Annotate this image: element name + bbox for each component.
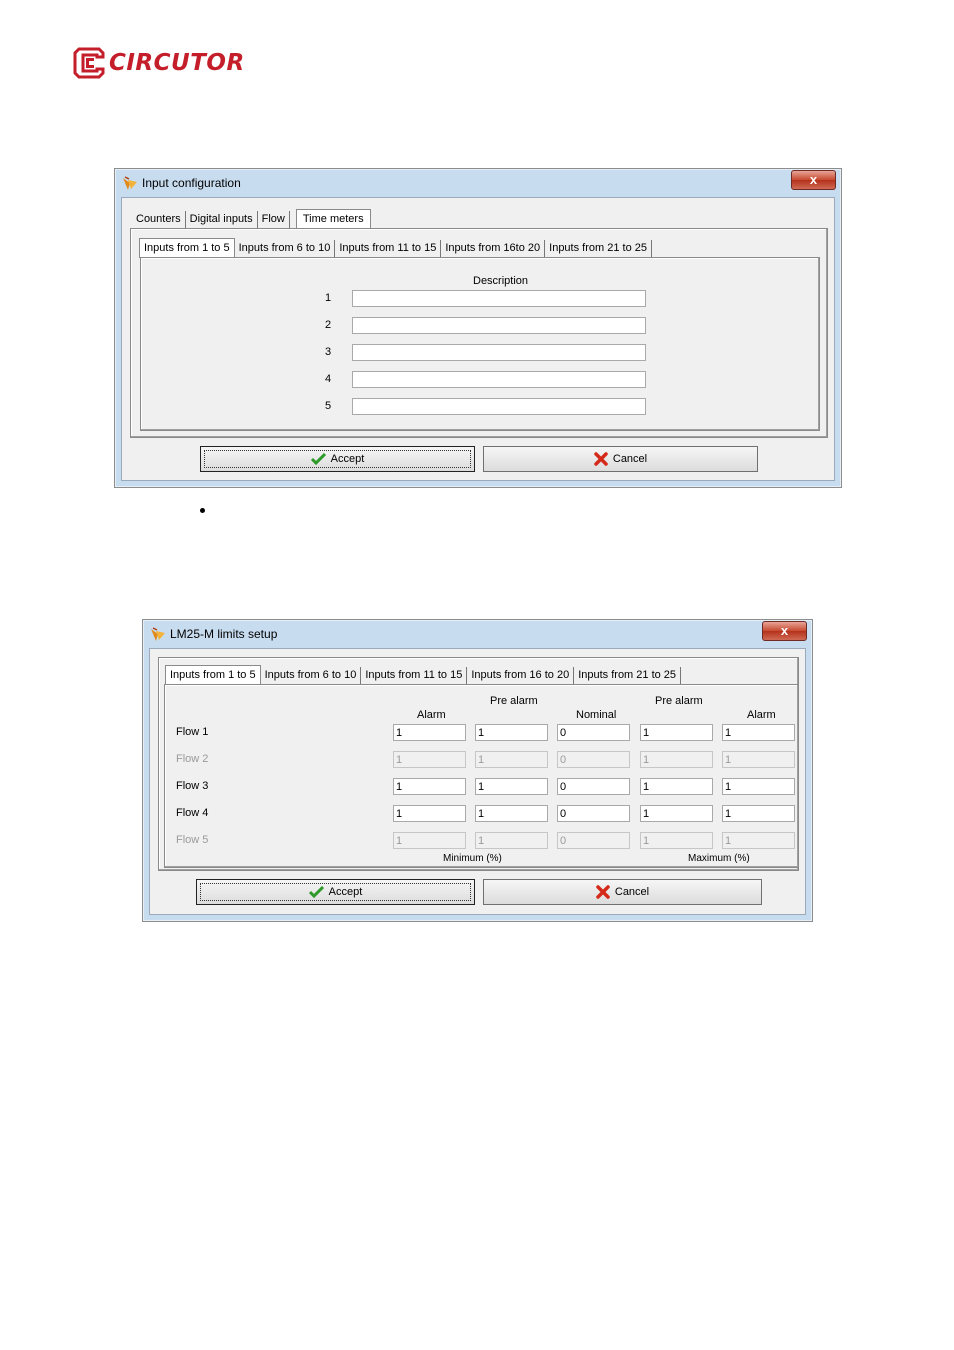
flow2-prealarm-min: 1 xyxy=(475,751,548,768)
app-icon xyxy=(151,627,165,641)
flow4-alarm-max[interactable]: 1 xyxy=(722,805,795,822)
flow3-prealarm-min[interactable]: 1 xyxy=(475,778,548,795)
logo-text: CIRCUTOR xyxy=(109,50,245,76)
close-button[interactable]: x xyxy=(791,170,836,190)
main-tabs: Counters Digital inputs Flow Time meters xyxy=(132,208,371,229)
subtab-6-10[interactable]: Inputs from 6 to 10 xyxy=(235,240,336,257)
cancel-button[interactable]: Cancel xyxy=(483,879,762,905)
flow4-nominal[interactable]: 0 xyxy=(557,805,630,822)
subtab-21-25[interactable]: Inputs from 21 to 25 xyxy=(574,667,682,684)
flow3-alarm-max[interactable]: 1 xyxy=(722,778,795,795)
cross-icon xyxy=(596,885,610,899)
cancel-label: Cancel xyxy=(612,453,648,465)
flow1-prealarm-min[interactable]: 1 xyxy=(475,724,548,741)
subtab-21-25[interactable]: Inputs from 21 to 25 xyxy=(545,240,652,257)
description-input-4[interactable] xyxy=(352,371,646,388)
subtab-16-20[interactable]: Inputs from 16to 20 xyxy=(441,240,546,257)
minimum-label: Minimum (%) xyxy=(443,853,502,864)
description-input-2[interactable] xyxy=(352,317,646,334)
sub-tab-panel: Description 1 2 3 4 5 xyxy=(140,257,820,431)
flow1-prealarm-max[interactable]: 1 xyxy=(640,724,713,741)
flow-label-4: Flow 4 xyxy=(176,807,209,819)
subtab-1-5[interactable]: Inputs from 1 to 5 xyxy=(139,238,235,258)
flow-label-5: Flow 5 xyxy=(176,834,209,846)
window-client: Inputs from 1 to 5 Inputs from 6 to 10 I… xyxy=(149,648,806,915)
description-input-5[interactable] xyxy=(352,398,646,415)
cancel-label: Cancel xyxy=(614,886,650,898)
description-input-3[interactable] xyxy=(352,344,646,361)
main-tab-panel: Inputs from 1 to 5 Inputs from 6 to 10 I… xyxy=(130,228,828,438)
flow3-nominal[interactable]: 0 xyxy=(557,778,630,795)
title-bar[interactable]: Input configuration x xyxy=(115,169,841,197)
outer-panel: Inputs from 1 to 5 Inputs from 6 to 10 I… xyxy=(158,657,799,871)
window-title: LM25-M limits setup xyxy=(170,627,278,641)
flow3-prealarm-max[interactable]: 1 xyxy=(640,778,713,795)
flow3-alarm-min[interactable]: 1 xyxy=(393,778,466,795)
circutor-logo: CIRCUTOR xyxy=(73,46,245,80)
row-label-2: 2 xyxy=(325,319,332,331)
flow1-nominal[interactable]: 0 xyxy=(557,724,630,741)
accept-button[interactable]: Accept xyxy=(196,879,475,905)
alarm-header-left: Alarm xyxy=(417,709,446,721)
tab-counters[interactable]: Counters xyxy=(132,211,186,228)
pre-alarm-header-left: Pre alarm xyxy=(490,695,538,707)
subtab-6-10[interactable]: Inputs from 6 to 10 xyxy=(261,667,362,684)
circutor-logo-icon xyxy=(73,47,105,79)
flow5-prealarm-max: 1 xyxy=(640,832,713,849)
flow4-prealarm-min[interactable]: 1 xyxy=(475,805,548,822)
row-label-5: 5 xyxy=(325,400,332,412)
flow2-nominal: 0 xyxy=(557,751,630,768)
flow2-alarm-max: 1 xyxy=(722,751,795,768)
close-button[interactable]: x xyxy=(762,621,807,641)
flow5-alarm-max: 1 xyxy=(722,832,795,849)
sub-tabs: Inputs from 1 to 5 Inputs from 6 to 10 I… xyxy=(165,664,682,685)
description-input-1[interactable] xyxy=(352,290,646,307)
flow2-prealarm-max: 1 xyxy=(640,751,713,768)
title-bar[interactable]: LM25-M limits setup x xyxy=(143,620,812,648)
subtab-16-20[interactable]: Inputs from 16 to 20 xyxy=(467,667,575,684)
cross-icon xyxy=(594,452,608,466)
tab-digital-inputs[interactable]: Digital inputs xyxy=(186,211,258,228)
flow-label-3: Flow 3 xyxy=(176,780,209,792)
cancel-button[interactable]: Cancel xyxy=(483,446,758,472)
flow-label-1: Flow 1 xyxy=(176,726,209,738)
limits-setup-window: LM25-M limits setup x Inputs from 1 to 5… xyxy=(142,619,813,922)
limits-panel: Pre alarm Pre alarm Alarm Nominal Alarm … xyxy=(164,684,799,868)
flow4-prealarm-max[interactable]: 1 xyxy=(640,805,713,822)
flow1-alarm-min[interactable]: 1 xyxy=(393,724,466,741)
flow5-nominal: 0 xyxy=(557,832,630,849)
tab-time-meters[interactable]: Time meters xyxy=(295,209,371,229)
flow5-prealarm-min: 1 xyxy=(475,832,548,849)
subtab-1-5[interactable]: Inputs from 1 to 5 xyxy=(165,665,261,685)
alarm-header-right: Alarm xyxy=(747,709,776,721)
pre-alarm-header-right: Pre alarm xyxy=(655,695,703,707)
sub-tabs: Inputs from 1 to 5 Inputs from 6 to 10 I… xyxy=(139,237,652,258)
description-header: Description xyxy=(473,275,529,287)
flow5-alarm-min: 1 xyxy=(393,832,466,849)
row-label-4: 4 xyxy=(325,373,332,385)
window-title: Input configuration xyxy=(142,176,241,190)
flow1-alarm-max[interactable]: 1 xyxy=(722,724,795,741)
row-label-3: 3 xyxy=(325,346,332,358)
window-client: Counters Digital inputs Flow Time meters… xyxy=(121,197,835,481)
bullet-point xyxy=(200,508,205,513)
app-icon xyxy=(123,176,137,190)
subtab-11-15[interactable]: Inputs from 11 to 15 xyxy=(361,667,468,684)
tab-flow[interactable]: Flow xyxy=(258,211,290,228)
input-configuration-window: Input configuration x Counters Digital i… xyxy=(114,168,842,488)
maximum-label: Maximum (%) xyxy=(688,853,750,864)
flow2-alarm-min: 1 xyxy=(393,751,466,768)
subtab-11-15[interactable]: Inputs from 11 to 15 xyxy=(335,240,442,257)
nominal-header: Nominal xyxy=(576,709,617,721)
flow4-alarm-min[interactable]: 1 xyxy=(393,805,466,822)
accept-button[interactable]: Accept xyxy=(200,446,475,472)
row-label-1: 1 xyxy=(325,292,332,304)
flow-label-2: Flow 2 xyxy=(176,753,209,765)
